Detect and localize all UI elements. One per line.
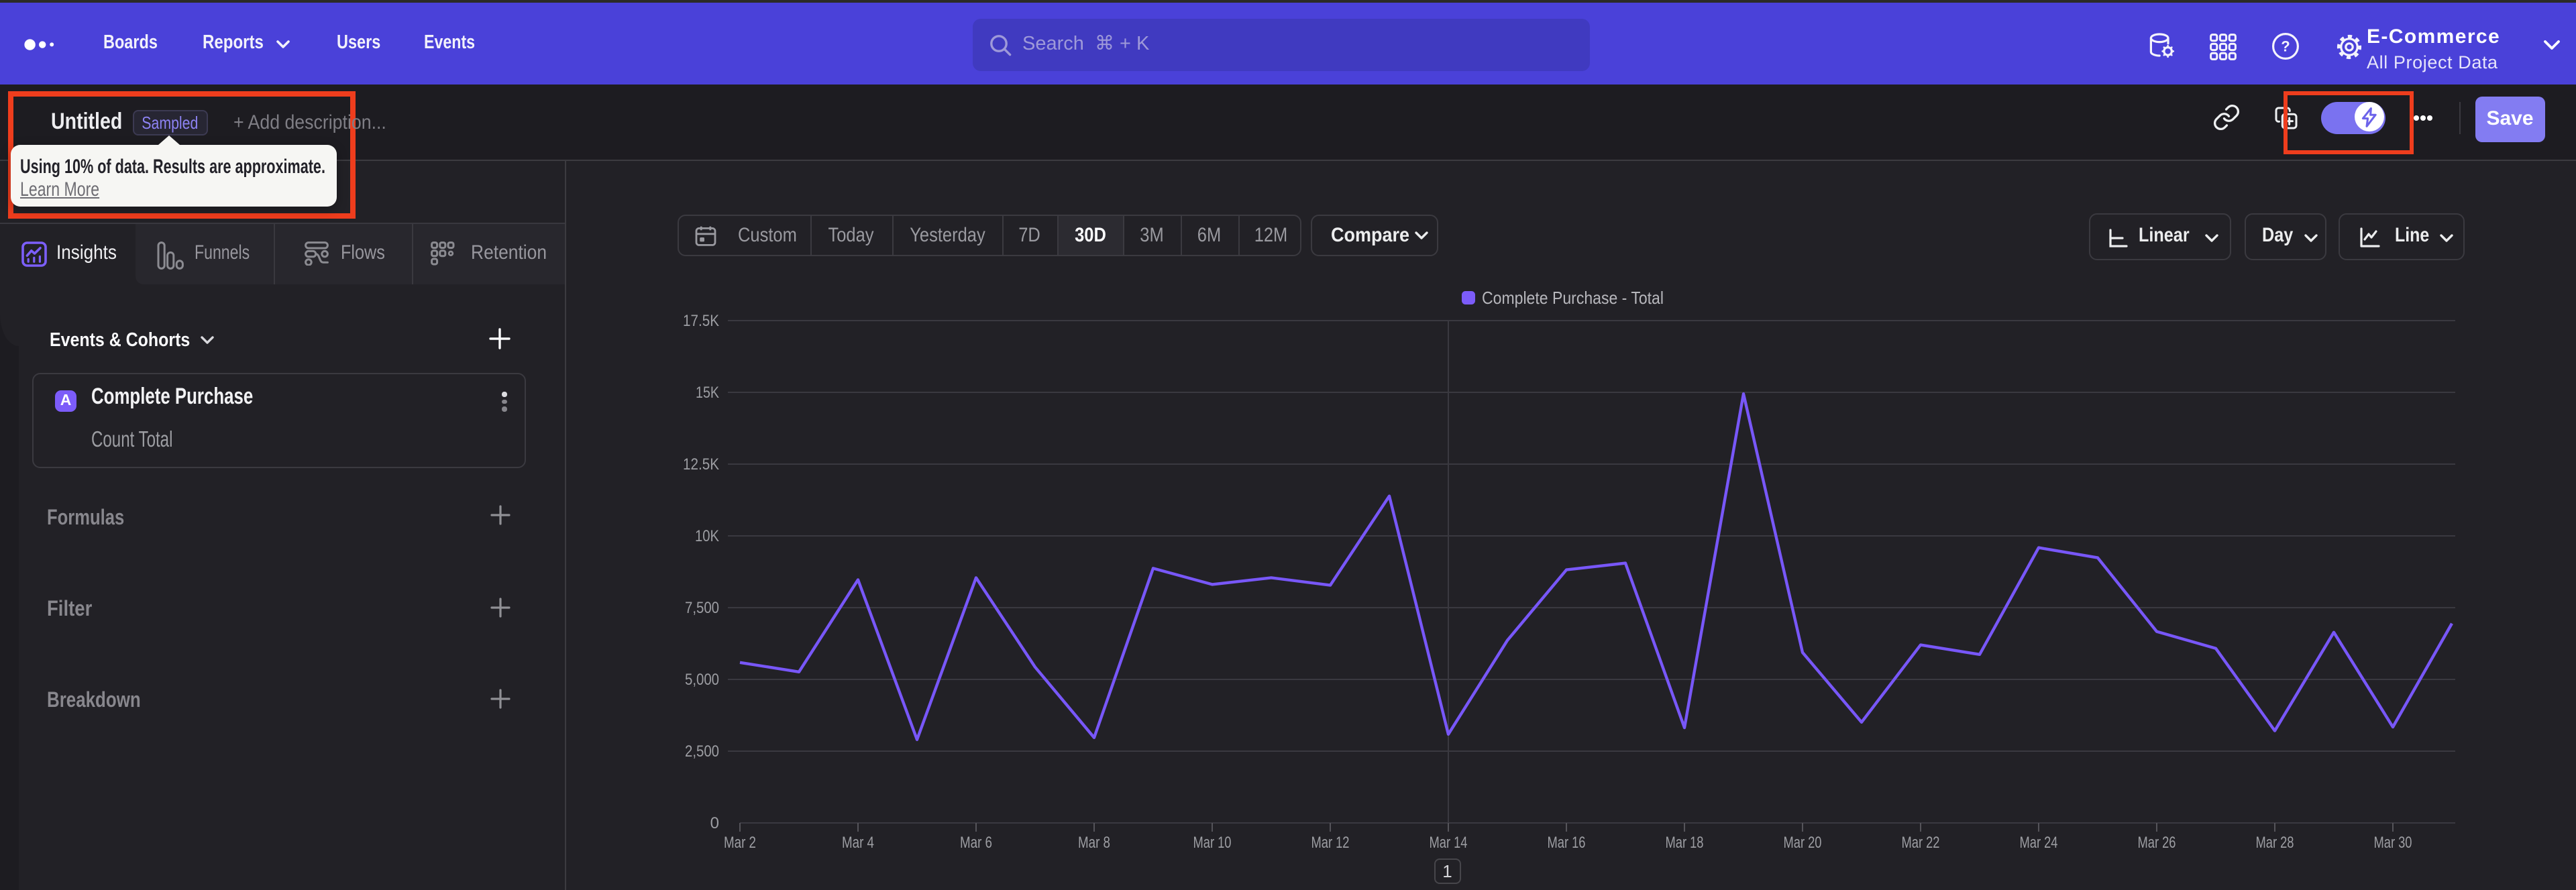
svg-text:Mar 8: Mar 8	[1078, 834, 1110, 852]
svg-text:5,000: 5,000	[685, 671, 719, 689]
svg-text:Mar 2: Mar 2	[724, 834, 756, 852]
svg-text:Mar 26: Mar 26	[2138, 834, 2176, 852]
svg-text:0: 0	[710, 814, 719, 832]
svg-text:Mar 16: Mar 16	[1548, 834, 1586, 852]
svg-text:Mar 10: Mar 10	[1193, 834, 1232, 852]
svg-text:Mar 14: Mar 14	[1430, 834, 1468, 852]
svg-text:15K: 15K	[696, 384, 719, 402]
svg-text:10K: 10K	[695, 527, 719, 545]
svg-text:Mar 24: Mar 24	[2020, 834, 2058, 852]
svg-text:Mar 6: Mar 6	[960, 834, 992, 852]
svg-text:12.5K: 12.5K	[683, 455, 719, 474]
svg-text:Mar 28: Mar 28	[2256, 834, 2294, 852]
svg-text:Mar 20: Mar 20	[1784, 834, 1822, 852]
svg-text:Complete Purchase - Total: Complete Purchase - Total	[1482, 288, 1664, 308]
svg-text:7,500: 7,500	[685, 599, 719, 617]
svg-text:Mar 4: Mar 4	[842, 834, 874, 852]
svg-text:Mar 30: Mar 30	[2374, 834, 2412, 852]
svg-text:2,500: 2,500	[685, 742, 719, 761]
svg-text:Mar 18: Mar 18	[1666, 834, 1704, 852]
svg-text:Mar 22: Mar 22	[1902, 834, 1940, 852]
svg-text:17.5K: 17.5K	[683, 312, 719, 330]
svg-text:Mar 12: Mar 12	[1311, 834, 1350, 852]
